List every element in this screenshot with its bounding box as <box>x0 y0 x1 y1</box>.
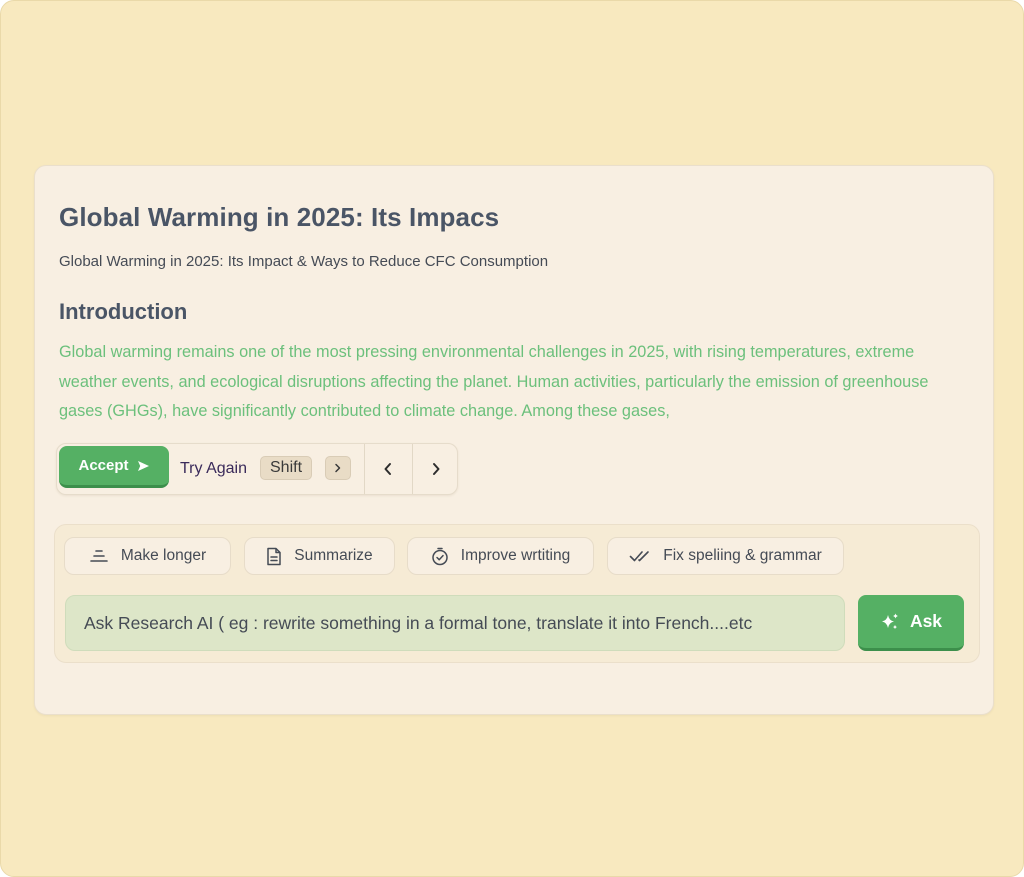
summarize-label: Summarize <box>294 547 373 564</box>
section-heading: Introduction <box>59 299 188 324</box>
fix-spelling-grammar-label: Fix speliing & grammar <box>663 547 822 564</box>
chevron-left-icon <box>383 462 393 476</box>
editor-card: Global Warming in 2025: Its Impacs Globa… <box>34 165 994 715</box>
improve-writing-label: Improve wrtiting <box>460 547 571 564</box>
document-title: Global Warming in 2025: Its Impacs <box>59 202 500 232</box>
align-center-icon <box>89 548 109 564</box>
timer-check-icon <box>431 547 449 566</box>
suggestion-toolbar: Accept Try Again Shift <box>56 443 458 495</box>
sparkles-icon <box>880 612 900 632</box>
send-icon <box>137 460 150 472</box>
next-suggestion-button[interactable] <box>413 444 459 494</box>
ai-suggestion-text: Global warming remains one of the most p… <box>59 343 929 420</box>
chevron-right-icon <box>334 463 342 473</box>
document-icon <box>266 547 282 566</box>
ask-button[interactable]: Ask <box>858 595 964 651</box>
chevron-right-icon <box>431 462 441 476</box>
accept-button[interactable]: Accept <box>59 446 169 488</box>
previous-suggestion-button[interactable] <box>365 444 411 494</box>
summarize-button[interactable]: Summarize <box>244 537 395 575</box>
ask-button-label: Ask <box>909 611 943 631</box>
app-background: Global Warming in 2025: Its Impacs Globa… <box>0 0 1024 877</box>
make-longer-button[interactable]: Make longer <box>64 537 231 575</box>
improve-writing-button[interactable]: Improve wrtiting <box>407 537 594 575</box>
ask-ai-input[interactable] <box>65 595 845 651</box>
ai-assistant-panel: Make longer Summarize Improve wrtiting F… <box>54 524 980 663</box>
document-subtitle: Global Warming in 2025: Its Impact & Way… <box>59 253 549 270</box>
shift-key-badge: Shift <box>260 456 313 480</box>
try-again-button[interactable]: Try Again <box>180 460 247 478</box>
make-longer-label: Make longer <box>120 547 207 564</box>
accept-button-label: Accept <box>78 457 129 474</box>
fix-spelling-grammar-button[interactable]: Fix speliing & grammar <box>607 537 844 575</box>
shortcut-chevron <box>325 456 351 480</box>
double-check-icon <box>629 549 651 563</box>
